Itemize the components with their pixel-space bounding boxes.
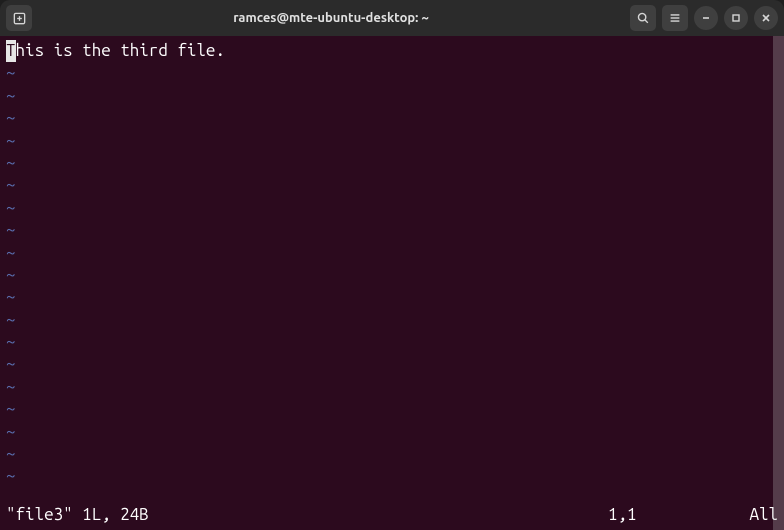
empty-line: ~ [6,309,778,331]
minimize-button[interactable] [694,6,718,30]
cursor: T [6,40,16,62]
maximize-button[interactable] [724,6,748,30]
new-tab-button[interactable] [6,5,32,31]
empty-line: ~ [6,398,778,420]
status-scroll: All [728,504,778,526]
empty-line: ~ [6,85,778,107]
scrollbar[interactable] [773,36,784,530]
vim-status-bar: "file3" 1L, 24B 1,1 All [6,504,778,526]
empty-line: ~ [6,62,778,84]
empty-line: ~ [6,174,778,196]
search-button[interactable] [630,5,656,31]
window-title: ramces@mte-ubuntu-desktop: ~ [36,11,626,25]
titlebar-left [6,5,32,31]
empty-line: ~ [6,443,778,465]
empty-line: ~ [6,331,778,353]
empty-line: ~ [6,286,778,308]
empty-line: ~ [6,107,778,129]
empty-line: ~ [6,197,778,219]
status-file-info: "file3" 1L, 24B [6,504,608,526]
menu-button[interactable] [662,5,688,31]
empty-line: ~ [6,376,778,398]
minimize-icon [700,12,712,24]
empty-line: ~ [6,353,778,375]
empty-line: ~ [6,130,778,152]
empty-line: ~ [6,421,778,443]
terminal-viewport[interactable]: This is the third file. ~~~~~~~~~~~~~~~~… [0,36,784,530]
empty-line: ~ [6,219,778,241]
titlebar: ramces@mte-ubuntu-desktop: ~ [0,0,784,36]
new-tab-icon [12,11,27,26]
search-icon [636,11,650,25]
empty-line: ~ [6,242,778,264]
empty-line: ~ [6,264,778,286]
empty-line: ~ [6,465,778,487]
empty-line: ~ [6,152,778,174]
close-icon [760,12,772,24]
titlebar-right [630,5,778,31]
empty-lines-region: ~~~~~~~~~~~~~~~~~~~ [6,62,778,487]
content-text: his is the third file. [16,41,225,60]
maximize-icon [730,12,742,24]
close-button[interactable] [754,6,778,30]
status-position: 1,1 [608,504,728,526]
content-line: This is the third file. [6,40,778,62]
menu-icon [668,11,682,25]
